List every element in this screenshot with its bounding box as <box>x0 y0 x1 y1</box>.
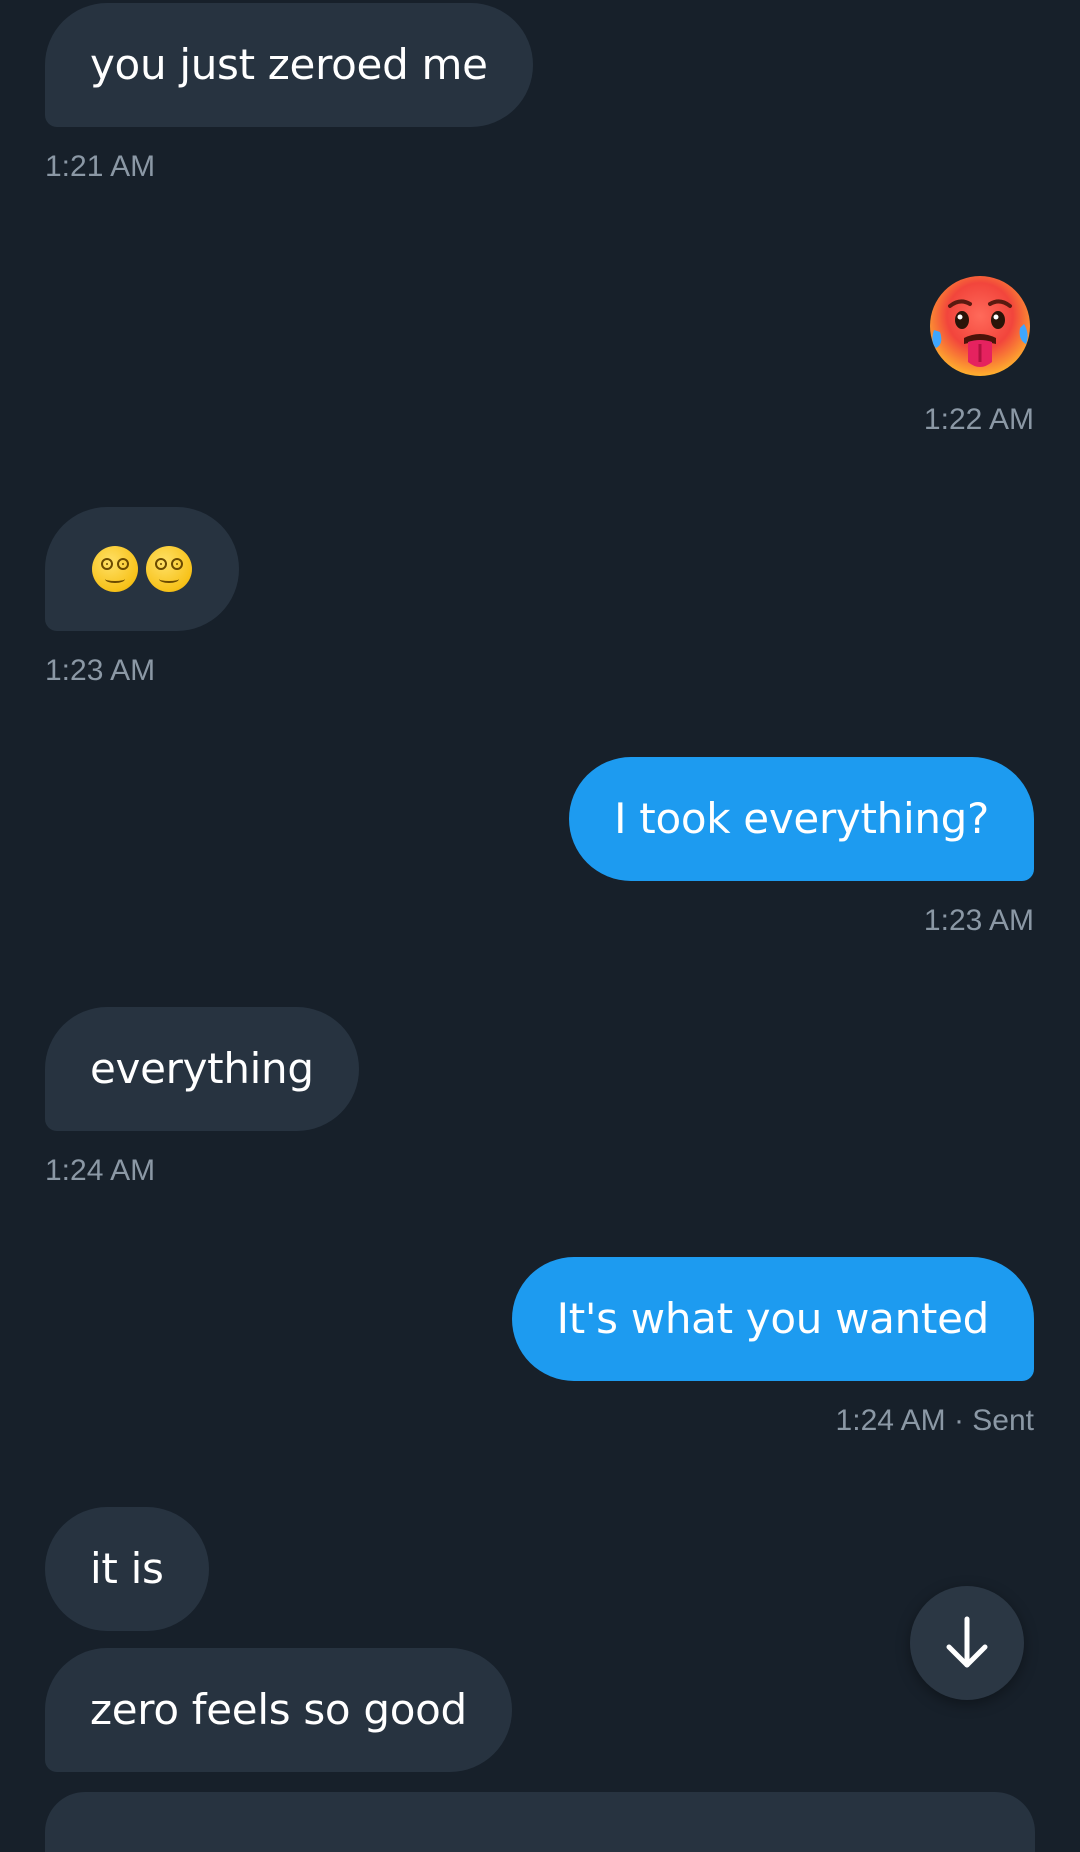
arrow-down-icon <box>946 1616 988 1668</box>
scroll-to-bottom-button[interactable] <box>910 1586 1024 1700</box>
message-thread[interactable]: you just zeroed me 1:21 AM 1:22 AM 1:23 … <box>0 0 1080 1852</box>
face-with-spiral-eyes-icon <box>146 546 192 592</box>
message-text: everything <box>90 1044 314 1093</box>
message-text: zero feels so good <box>90 1685 467 1734</box>
message-timestamp: 1:21 AM <box>45 150 156 183</box>
message-timestamp-status: 1:24 AM · Sent <box>835 1404 1034 1437</box>
message-timestamp: 1:23 AM <box>923 904 1034 937</box>
incoming-message-bubble[interactable]: zero feels so good <box>45 1648 512 1772</box>
message-text: you just zeroed me <box>90 40 488 89</box>
face-with-spiral-eyes-icon <box>92 546 138 592</box>
message-timestamp: 1:23 AM <box>45 654 156 687</box>
message-timestamp: 1:22 AM <box>923 403 1034 436</box>
next-message-bubble-partial <box>45 1792 1035 1852</box>
outgoing-emoji-message[interactable] <box>926 272 1034 380</box>
message-text: I took everything? <box>614 794 989 843</box>
outgoing-message-bubble[interactable]: I took everything? <box>569 757 1034 881</box>
incoming-message-bubble[interactable]: you just zeroed me <box>45 3 533 127</box>
incoming-message-bubble[interactable]: it is <box>45 1507 209 1631</box>
hot-face-icon <box>930 276 1030 376</box>
message-text: it is <box>90 1544 164 1593</box>
incoming-emoji-message[interactable] <box>45 507 239 631</box>
incoming-message-bubble[interactable]: everything <box>45 1007 359 1131</box>
outgoing-message-bubble[interactable]: It's what you wanted <box>511 1257 1034 1381</box>
message-text: It's what you wanted <box>556 1294 990 1343</box>
message-timestamp: 1:24 AM <box>45 1154 156 1187</box>
